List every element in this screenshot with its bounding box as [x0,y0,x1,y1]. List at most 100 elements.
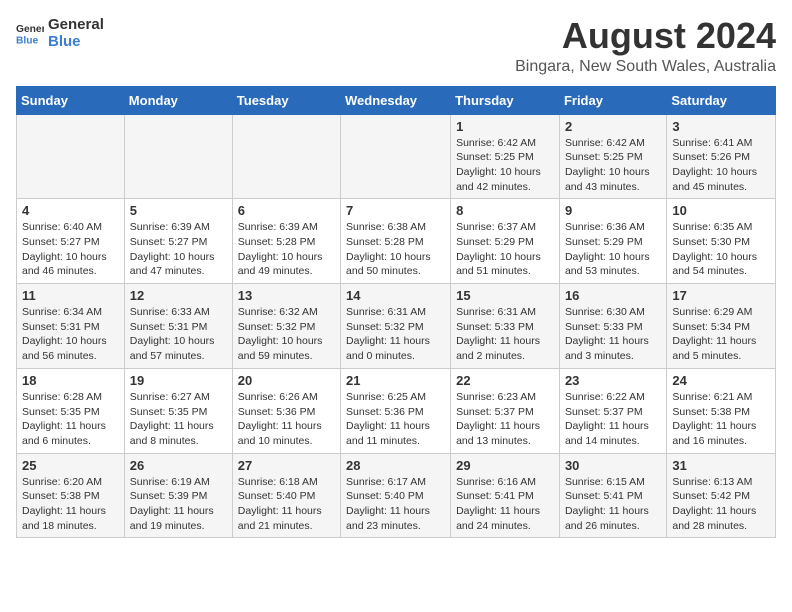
day-number: 24 [672,373,770,388]
day-number: 29 [456,458,554,473]
calendar-cell: 29 Sunrise: 6:16 AMSunset: 5:41 PMDayligh… [451,453,560,538]
svg-text:General: General [16,24,44,35]
cell-info: Sunrise: 6:31 AMSunset: 5:32 PMDaylight:… [346,305,445,364]
day-number: 8 [456,203,554,218]
day-number: 25 [22,458,119,473]
calendar-cell: 20 Sunrise: 6:26 AMSunset: 5:36 PMDayligh… [232,368,340,453]
cell-info: Sunrise: 6:15 AMSunset: 5:41 PMDaylight:… [565,475,661,534]
calendar-cell: 26Sunrise: 6:19 AMSunset: 5:39 PMDayligh… [124,453,232,538]
day-number: 31 [672,458,770,473]
day-number: 6 [238,203,335,218]
calendar-cell: 18Sunrise: 6:28 AMSunset: 5:35 PMDayligh… [17,368,125,453]
day-number: 16 [565,288,661,303]
cell-info: Sunrise: 6:16 AMSunset: 5:41 PMDaylight:… [456,475,554,534]
day-header-friday: Friday [559,86,666,114]
cell-info: Sunrise: 6:29 AMSunset: 5:34 PMDaylight:… [672,305,770,364]
day-number: 26 [130,458,227,473]
cell-info: Sunrise: 6:38 AMSunset: 5:28 PMDaylight:… [346,220,445,279]
cell-info: Sunrise: 6:42 AMSunset: 5:25 PMDaylight:… [565,136,661,195]
day-number: 22 [456,373,554,388]
cell-info: Sunrise: 6:31 AMSunset: 5:33 PMDaylight:… [456,305,554,364]
cell-info: Sunrise: 6:22 AMSunset: 5:37 PMDaylight:… [565,390,661,449]
day-number: 2 [565,119,661,134]
calendar-cell: 15Sunrise: 6:31 AMSunset: 5:33 PMDayligh… [451,284,560,369]
cell-info: Sunrise: 6:23 AMSunset: 5:37 PMDaylight:… [456,390,554,449]
cell-info: Sunrise: 6:39 AMSunset: 5:28 PMDaylight:… [238,220,335,279]
cell-info: Sunrise: 6:33 AMSunset: 5:31 PMDaylight:… [130,305,227,364]
day-number: 9 [565,203,661,218]
day-number: 23 [565,373,661,388]
calendar-body: 1 Sunrise: 6:42 AMSunset: 5:25 PMDaylight… [17,114,776,538]
calendar-cell: 13Sunrise: 6:32 AMSunset: 5:32 PMDayligh… [232,284,340,369]
calendar-cell [341,114,451,199]
calendar-cell: 4Sunrise: 6:40 AMSunset: 5:27 PMDaylight… [17,199,125,284]
cell-info: Sunrise: 6:32 AMSunset: 5:32 PMDaylight:… [238,305,335,364]
calendar-cell [124,114,232,199]
cell-info: Sunrise: 6:26 AMSunset: 5:36 PMDaylight:… [238,390,335,449]
day-number: 1 [456,119,554,134]
cell-info: Sunrise: 6:17 AMSunset: 5:40 PMDaylight:… [346,475,445,534]
calendar-cell: 30 Sunrise: 6:15 AMSunset: 5:41 PMDayligh… [559,453,666,538]
calendar-cell: 9 Sunrise: 6:36 AMSunset: 5:29 PMDaylight… [559,199,666,284]
calendar-cell: 21 Sunrise: 6:25 AMSunset: 5:36 PMDayligh… [341,368,451,453]
cell-info: Sunrise: 6:39 AMSunset: 5:27 PMDaylight:… [130,220,227,279]
calendar-cell: 6 Sunrise: 6:39 AMSunset: 5:28 PMDaylight… [232,199,340,284]
week-row-4: 18Sunrise: 6:28 AMSunset: 5:35 PMDayligh… [17,368,776,453]
week-row-1: 1 Sunrise: 6:42 AMSunset: 5:25 PMDaylight… [17,114,776,199]
day-number: 5 [130,203,227,218]
calendar-cell: 5 Sunrise: 6:39 AMSunset: 5:27 PMDaylight… [124,199,232,284]
title-section: August 2024 Bingara, New South Wales, Au… [515,16,776,76]
cell-info: Sunrise: 6:13 AMSunset: 5:42 PMDaylight:… [672,475,770,534]
day-number: 21 [346,373,445,388]
calendar-cell: 19Sunrise: 6:27 AMSunset: 5:35 PMDayligh… [124,368,232,453]
calendar-cell: 11 Sunrise: 6:34 AMSunset: 5:31 PMDayligh… [17,284,125,369]
calendar-cell: 24Sunrise: 6:21 AMSunset: 5:38 PMDayligh… [667,368,776,453]
calendar-cell: 27 Sunrise: 6:18 AMSunset: 5:40 PMDayligh… [232,453,340,538]
calendar-cell: 22 Sunrise: 6:23 AMSunset: 5:37 PMDayligh… [451,368,560,453]
header: General Blue General Blue August 2024 Bi… [16,16,776,76]
cell-info: Sunrise: 6:28 AMSunset: 5:35 PMDaylight:… [22,390,119,449]
logo: General Blue General Blue [16,16,104,51]
calendar-cell: 12 Sunrise: 6:33 AMSunset: 5:31 PMDayligh… [124,284,232,369]
day-number: 30 [565,458,661,473]
day-number: 11 [22,288,119,303]
day-number: 3 [672,119,770,134]
day-number: 12 [130,288,227,303]
day-number: 20 [238,373,335,388]
logo-line1: General [48,16,104,33]
location: Bingara, New South Wales, Australia [515,58,776,76]
calendar-cell: 10Sunrise: 6:35 AMSunset: 5:30 PMDayligh… [667,199,776,284]
day-header-saturday: Saturday [667,86,776,114]
calendar-cell: 25 Sunrise: 6:20 AMSunset: 5:38 PMDayligh… [17,453,125,538]
cell-info: Sunrise: 6:37 AMSunset: 5:29 PMDaylight:… [456,220,554,279]
cell-info: Sunrise: 6:36 AMSunset: 5:29 PMDaylight:… [565,220,661,279]
cell-info: Sunrise: 6:18 AMSunset: 5:40 PMDaylight:… [238,475,335,534]
week-row-3: 11 Sunrise: 6:34 AMSunset: 5:31 PMDayligh… [17,284,776,369]
month-year: August 2024 [515,16,776,56]
calendar-cell: 1 Sunrise: 6:42 AMSunset: 5:25 PMDaylight… [451,114,560,199]
calendar-cell: 28Sunrise: 6:17 AMSunset: 5:40 PMDayligh… [341,453,451,538]
calendar-header: SundayMondayTuesdayWednesdayThursdayFrid… [17,86,776,114]
cell-info: Sunrise: 6:41 AMSunset: 5:26 PMDaylight:… [672,136,770,195]
cell-info: Sunrise: 6:30 AMSunset: 5:33 PMDaylight:… [565,305,661,364]
calendar-cell [232,114,340,199]
header-row: SundayMondayTuesdayWednesdayThursdayFrid… [17,86,776,114]
day-header-tuesday: Tuesday [232,86,340,114]
calendar-cell: 16 Sunrise: 6:30 AMSunset: 5:33 PMDayligh… [559,284,666,369]
day-number: 4 [22,203,119,218]
day-header-monday: Monday [124,86,232,114]
day-number: 27 [238,458,335,473]
calendar-cell [17,114,125,199]
cell-info: Sunrise: 6:34 AMSunset: 5:31 PMDaylight:… [22,305,119,364]
cell-info: Sunrise: 6:20 AMSunset: 5:38 PMDaylight:… [22,475,119,534]
cell-info: Sunrise: 6:35 AMSunset: 5:30 PMDaylight:… [672,220,770,279]
calendar-cell: 31 Sunrise: 6:13 AMSunset: 5:42 PMDayligh… [667,453,776,538]
cell-info: Sunrise: 6:25 AMSunset: 5:36 PMDaylight:… [346,390,445,449]
cell-info: Sunrise: 6:27 AMSunset: 5:35 PMDaylight:… [130,390,227,449]
calendar-cell: 2 Sunrise: 6:42 AMSunset: 5:25 PMDaylight… [559,114,666,199]
day-number: 14 [346,288,445,303]
calendar-cell: 14 Sunrise: 6:31 AMSunset: 5:32 PMDayligh… [341,284,451,369]
logo-line2: Blue [48,33,104,50]
cell-info: Sunrise: 6:42 AMSunset: 5:25 PMDaylight:… [456,136,554,195]
calendar-cell: 3 Sunrise: 6:41 AMSunset: 5:26 PMDaylight… [667,114,776,199]
